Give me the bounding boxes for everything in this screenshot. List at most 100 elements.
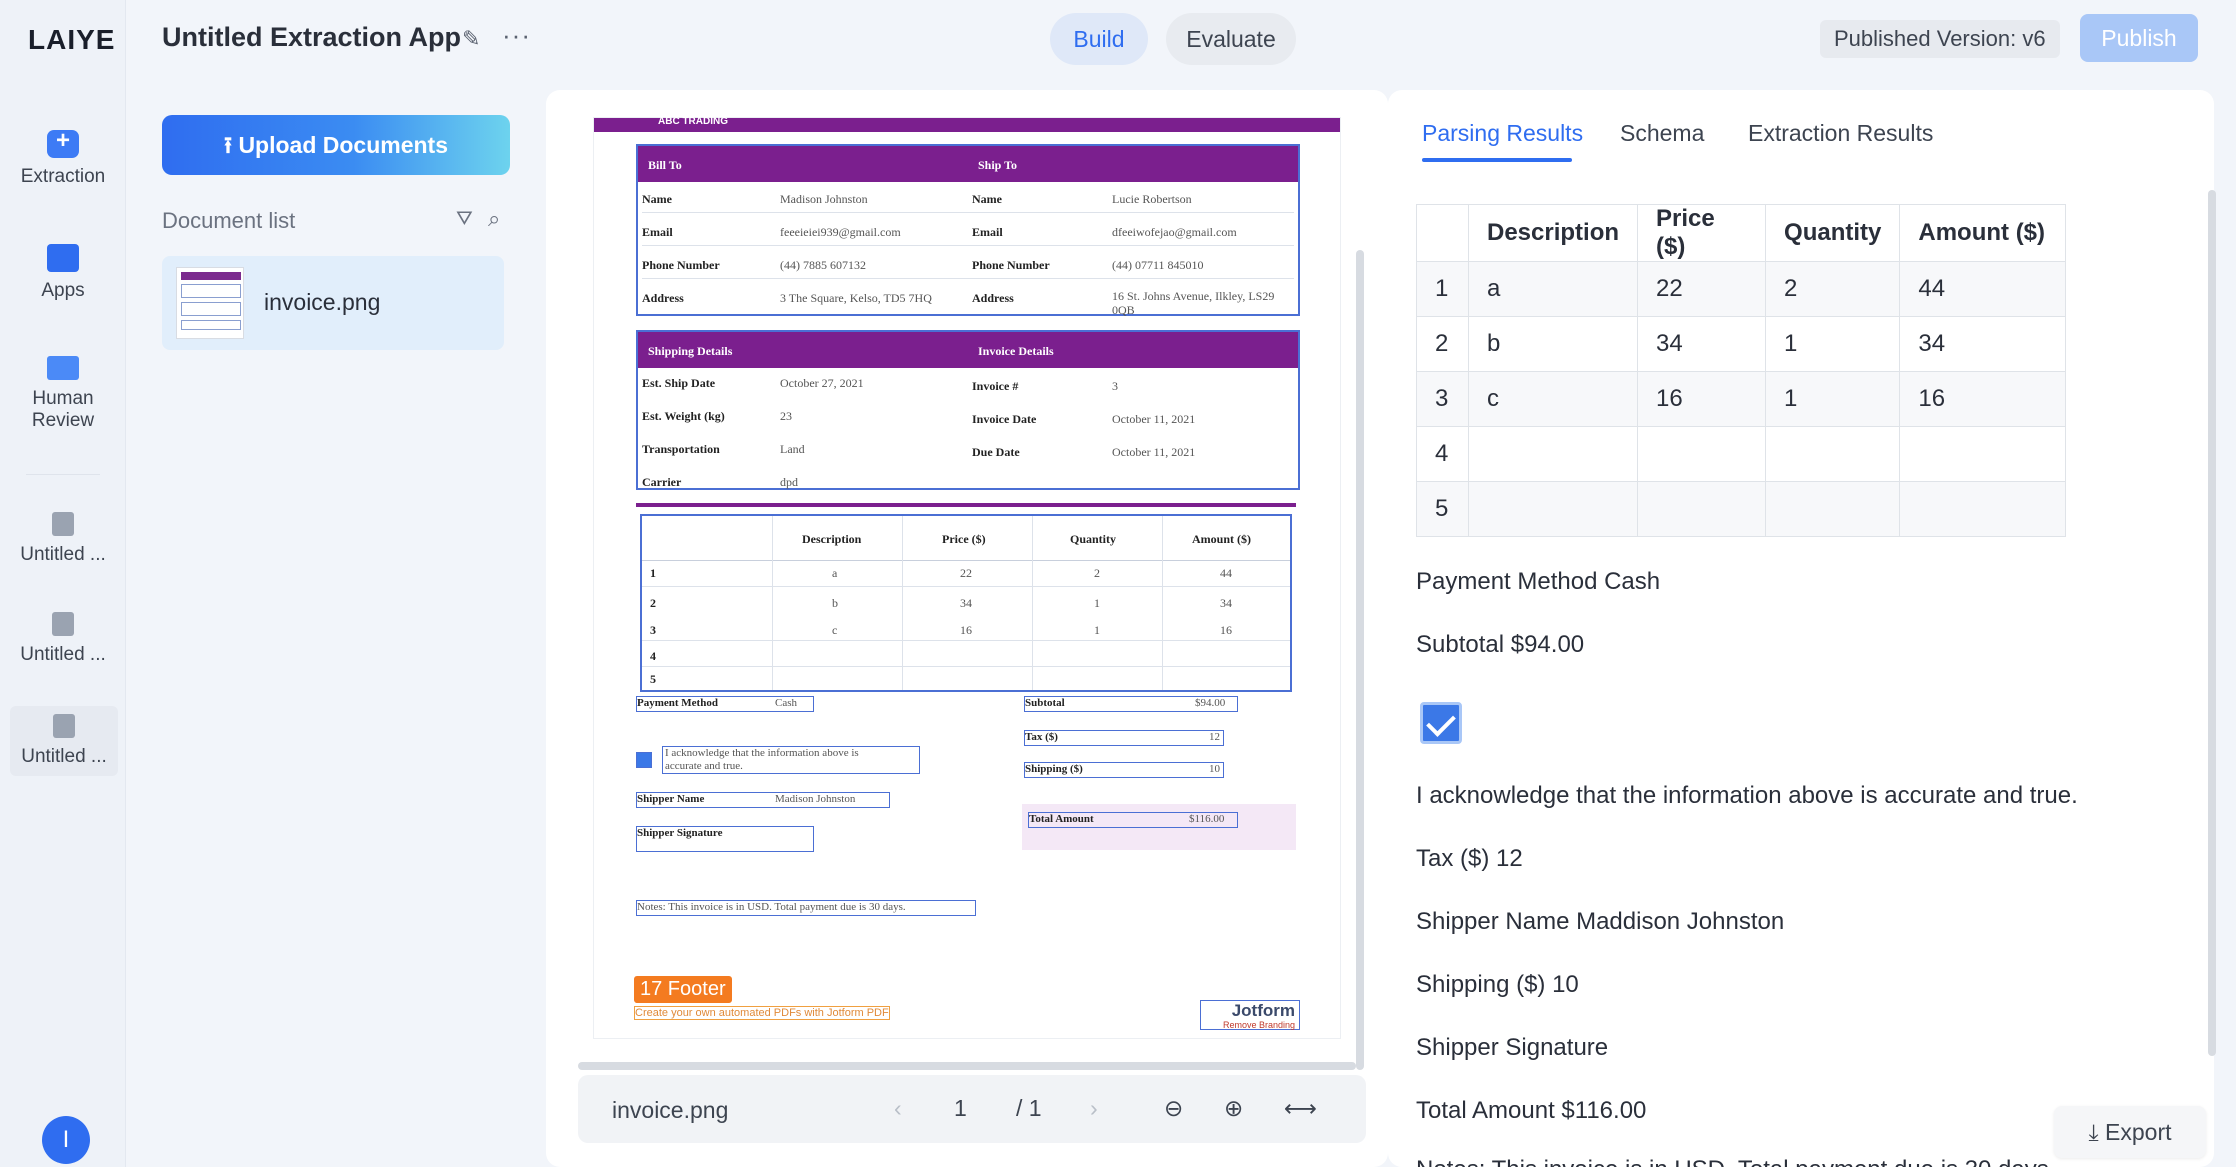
bill-address-value: 3 The Square, Kelso, TD5 7HQ [780,291,932,305]
shipping-field: Shipping ($) 10 [1024,762,1224,778]
column-divider [772,516,773,690]
more-icon[interactable]: ··· [502,20,531,51]
document-page: ABC TRADING Bill To Ship To Name Madison… [594,116,1340,1038]
sidebar-item-apps[interactable]: Apps [0,244,126,302]
table-cell: 16 [960,623,972,637]
viewer-horizontal-scrollbar[interactable] [578,1062,1356,1070]
invoice-number-label: Invoice # [972,379,1019,393]
zoom-in-icon[interactable]: ⊕ [1224,1095,1243,1122]
result-shipper-name: Shipper Name Maddison Johnston [1416,908,1785,935]
row-number: 1 [650,566,656,580]
prev-page-icon[interactable]: ‹ [894,1095,902,1122]
table-cell: 34 [1220,596,1232,610]
due-date-value: October 11, 2021 [1112,445,1196,459]
zoom-out-icon[interactable]: ⊖ [1164,1095,1183,1122]
ship-date-label: Est. Ship Date [642,376,716,390]
acknowledge-checkbox[interactable] [636,752,652,768]
document-card[interactable]: invoice.png [162,256,504,350]
shipper-signature-label: Shipper Signature [637,827,723,839]
table-header: Amount ($) [1899,204,2067,262]
table-row: 3 c 16 1 16 [1416,371,2067,427]
total-amount-area: Total Amount $116.00 [1022,804,1296,850]
search-icon[interactable]: ⌕ [488,206,500,232]
edit-icon[interactable]: ✎ [462,26,480,52]
table-row: 4 [1416,426,2067,482]
viewer-vertical-scrollbar[interactable] [1356,250,1364,1070]
upload-label: Upload Documents [238,132,449,158]
sidebar-item-human-review[interactable]: Human Review [0,356,126,432]
address-section-header: Bill To Ship To [638,146,1298,182]
publish-button[interactable]: Publish [2080,14,2198,62]
section-divider [636,503,1296,507]
results-scrollbar[interactable] [2208,190,2216,1056]
page-total: / 1 [1016,1095,1042,1121]
table-header: Description [1467,204,1639,262]
invoice-number-value: 3 [1112,379,1118,393]
tax-label: Tax ($) [1025,731,1058,743]
column-divider [902,516,903,690]
table-header: Quantity [1765,204,1901,262]
acknowledge-checkbox-result[interactable] [1420,702,1462,744]
table-cell: 4 [1416,426,1469,482]
payment-method-label: Payment Method [637,697,718,709]
sidebar-item-untitled-2[interactable]: Untitled ... [0,612,126,666]
row-number: 4 [650,649,656,663]
invoice-items-table: Description Price ($) Quantity Amount ($… [640,514,1292,692]
table-cell [1765,481,1901,537]
result-payment-method: Payment Method Cash [1416,568,1661,595]
build-tab-button[interactable]: Build [1050,13,1148,65]
details-section-header: Shipping Details Invoice Details [638,332,1298,368]
table-cell: 16 [1220,623,1232,637]
table-cell: 1 [1416,261,1469,317]
upload-documents-button[interactable]: ⭱ Upload Documents [162,115,510,175]
tab-schema[interactable]: Schema [1620,120,1704,147]
table-cell: 34 [1637,316,1767,372]
filter-icon[interactable]: ⛛ [456,208,473,231]
export-button[interactable]: ⤓ Export [2054,1106,2206,1158]
tab-parsing-results[interactable]: Parsing Results [1422,120,1583,147]
folder-icon [47,244,79,272]
shipping-details-heading: Shipping Details [648,344,733,358]
footer-note: Create your own automated PDFs with Jotf… [634,1006,890,1020]
sidebar-item-untitled-1[interactable]: Untitled ... [0,512,126,566]
fit-width-icon[interactable]: ⟷ [1284,1095,1317,1122]
table-cell [1637,481,1767,537]
sidebar-item-label: Untitled ... [20,644,106,665]
sidebar-item-untitled-3[interactable]: Untitled ... [10,706,118,776]
bill-name-label: Name [642,192,672,206]
page-number-input[interactable]: 1 [954,1095,967,1122]
row-divider [642,278,1294,279]
ship-address-label: Address [972,291,1014,305]
tab-extraction-results[interactable]: Extraction Results [1748,120,1933,147]
table-cell: 34 [1899,316,2067,372]
company-name: ABC TRADING [658,116,728,127]
table-cell: 1 [1094,623,1100,637]
subtotal-value: $94.00 [1195,697,1226,709]
tax-value: 12 [1209,731,1220,743]
shipper-name-value: Madison Johnston [775,793,856,805]
next-page-icon[interactable]: › [1090,1095,1098,1122]
carrier-value: dpd [780,475,798,489]
avatar[interactable]: I [42,1116,90,1164]
tax-field: Tax ($) 12 [1024,730,1224,746]
ship-phone-label: Phone Number [972,258,1050,272]
total-amount-field: Total Amount $116.00 [1028,812,1238,828]
remove-branding-link: Remove Branding [1222,1020,1295,1030]
table-cell: 1 [1765,316,1901,372]
sidebar-item-extraction[interactable]: Extraction [0,127,126,188]
footer-badge: 17 Footer [634,976,732,1003]
document-list-label: Document list [162,208,296,233]
table-cell: 44 [1899,261,2067,317]
payment-method-field: Payment Method Cash [636,696,814,712]
table-cell: 22 [1637,261,1767,317]
acknowledge-line-1: I acknowledge that the information above… [665,747,859,759]
column-divider [1032,516,1033,690]
subtotal-field: Subtotal $94.00 [1024,696,1238,712]
document-icon [52,612,74,636]
evaluate-tab-button[interactable]: Evaluate [1166,13,1296,65]
transportation-label: Transportation [642,442,720,456]
weight-label: Est. Weight (kg) [642,409,725,423]
document-thumbnail [176,267,244,339]
app-title: Untitled Extraction App [162,22,462,52]
table-cell: 34 [960,596,972,610]
